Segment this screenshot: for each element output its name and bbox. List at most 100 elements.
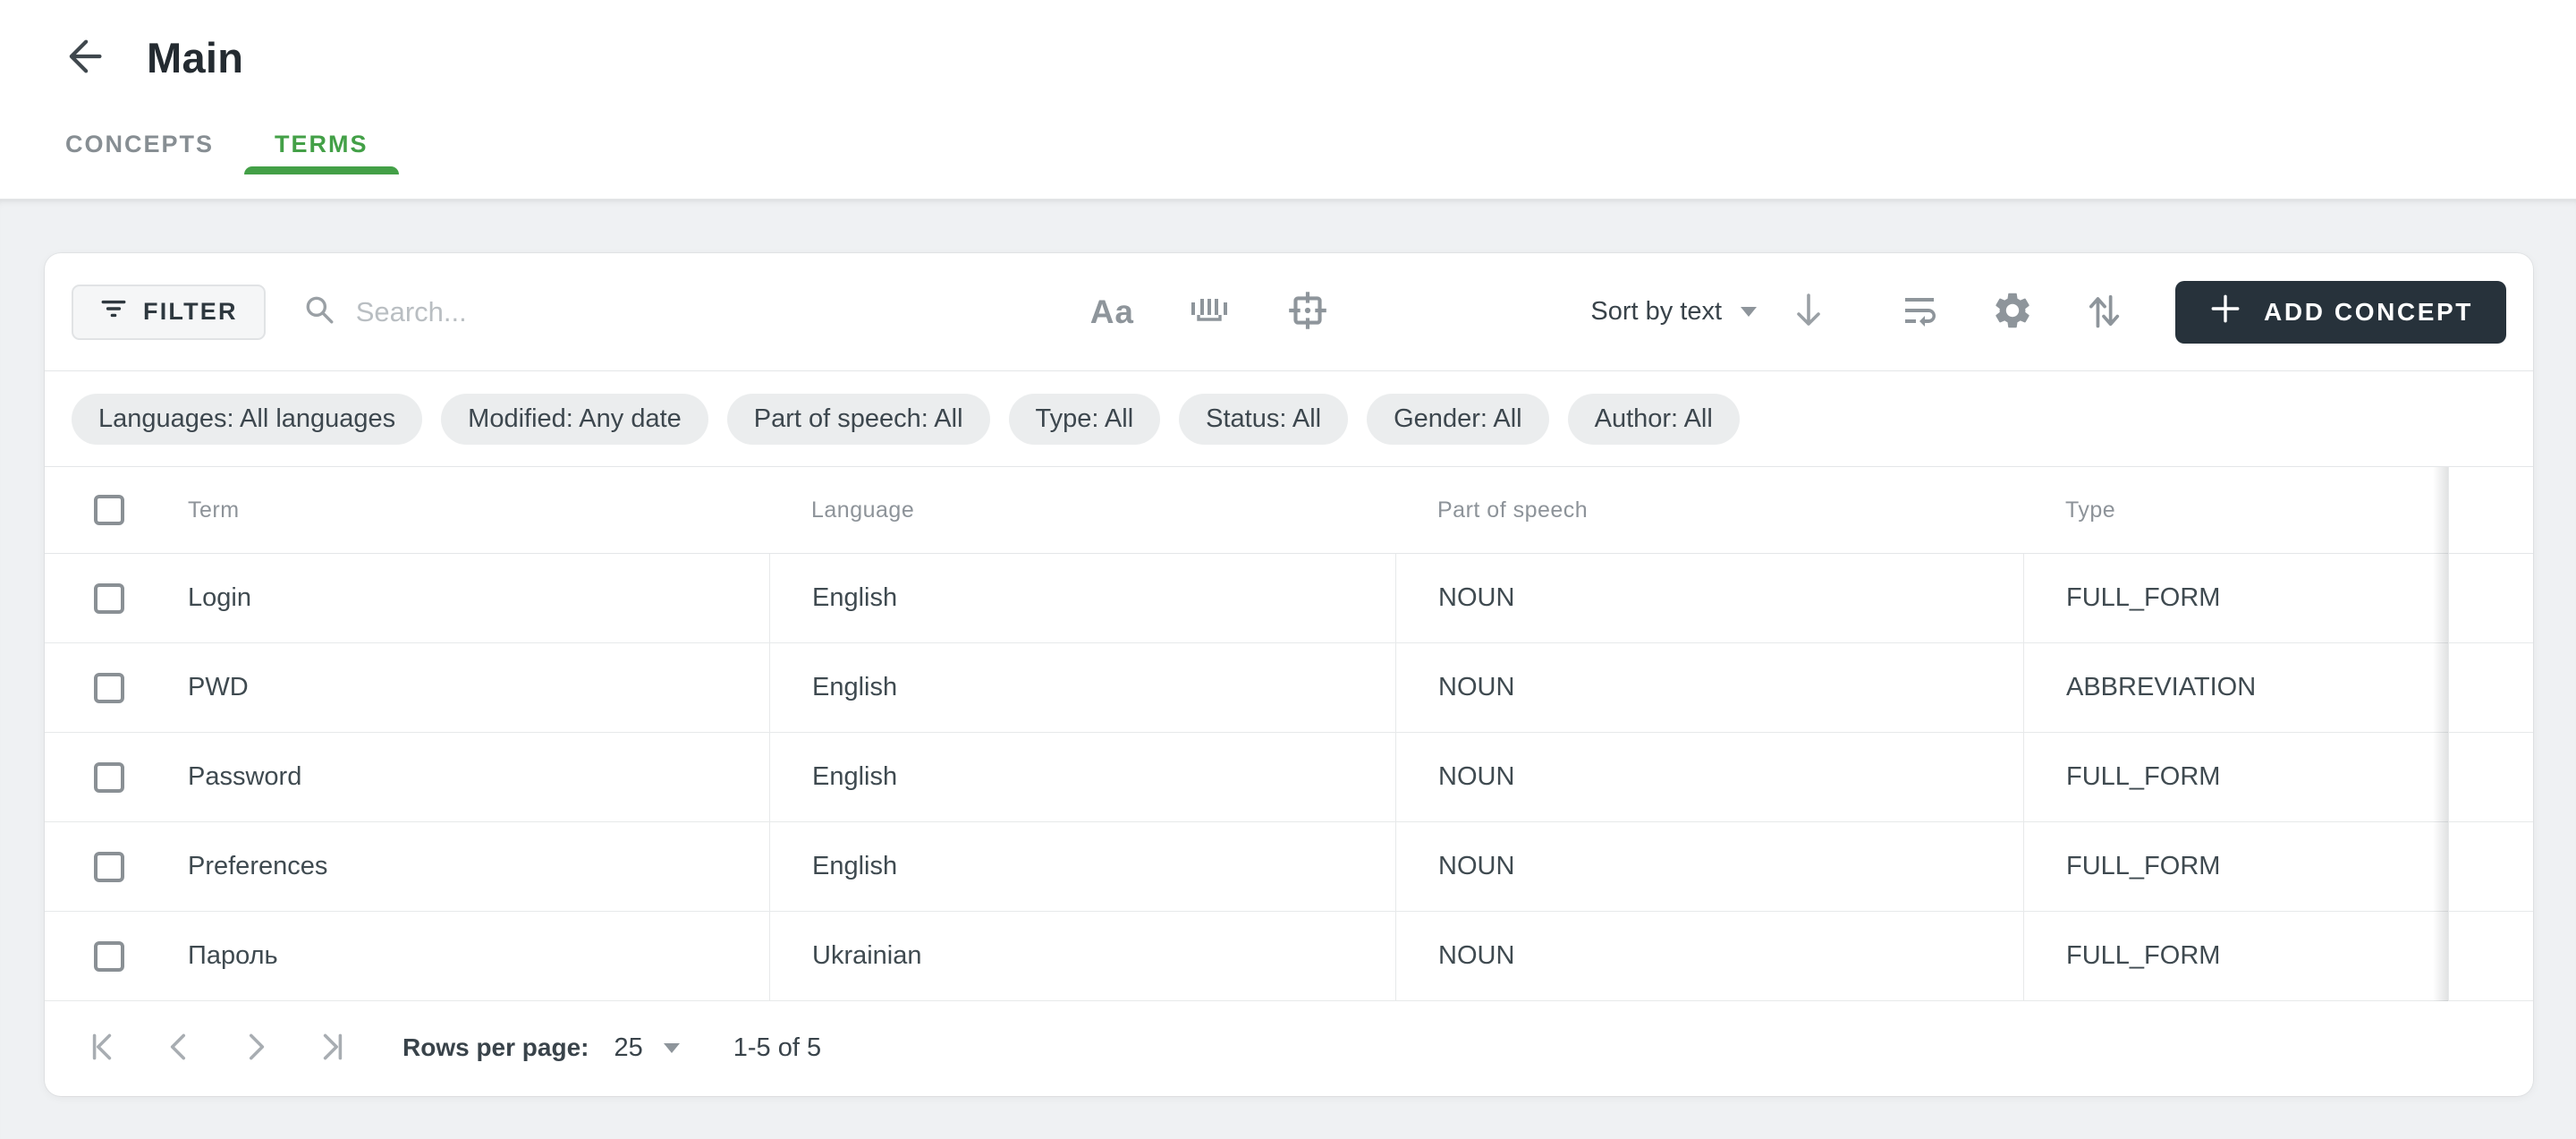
- part-of-speech-value: NOUN: [1438, 762, 1514, 792]
- rows-per-page-value: 25: [614, 1033, 642, 1063]
- row-checkbox[interactable]: [94, 852, 124, 882]
- page-header: Main CONCEPTS TERMS: [0, 0, 2576, 200]
- term-cell: Preferences: [45, 822, 769, 911]
- chevron-right-icon: [237, 1028, 275, 1068]
- language-cell: Ukrainian: [769, 912, 1395, 1000]
- type-cell: FULL_FORM: [2023, 554, 2448, 642]
- content-area: FILTER Aa: [0, 200, 2576, 1139]
- part-of-speech-cell: NOUN: [1395, 733, 2023, 821]
- table-row[interactable]: Пароль Ukrainian NOUN FULL_FORM: [45, 912, 2533, 1001]
- pagination-nav: [82, 1028, 352, 1067]
- arrow-left-icon: [63, 35, 106, 81]
- column-header-part-of-speech: Part of speech: [1437, 497, 1588, 523]
- filter-button-label: FILTER: [143, 298, 238, 326]
- filter-chip[interactable]: Modified: Any date: [441, 394, 708, 445]
- type-value: FULL_FORM: [2066, 941, 2220, 971]
- last-page-button[interactable]: [313, 1028, 352, 1067]
- rows-per-page-select[interactable]: 25: [614, 1033, 679, 1063]
- caret-down-icon: [1741, 307, 1757, 317]
- row-checkbox[interactable]: [94, 762, 124, 793]
- term-cell: Пароль: [45, 912, 769, 1000]
- term-value: Пароль: [188, 941, 278, 971]
- filter-chip[interactable]: Status: All: [1179, 394, 1348, 445]
- terms-table: Term Language Part of speech Type Logi: [45, 467, 2533, 1001]
- row-checkbox[interactable]: [94, 583, 124, 614]
- filter-chip[interactable]: Gender: All: [1367, 394, 1548, 445]
- column-header-type: Type: [2065, 497, 2115, 523]
- filter-chips: Languages: All languages Modified: Any da…: [45, 371, 2533, 467]
- select-all-checkbox[interactable]: [94, 495, 124, 525]
- barcode-button[interactable]: [1185, 291, 1233, 333]
- wrap-text-button[interactable]: [1898, 289, 1941, 335]
- type-cell: FULL_FORM: [2023, 912, 2448, 1000]
- table-header-row: Term Language Part of speech Type: [45, 467, 2533, 554]
- filter-funnel-icon: [99, 294, 128, 329]
- pagination-bar: Rows per page: 25 1-5 of 5: [45, 1001, 2533, 1094]
- type-cell: ABBREVIATION: [2023, 643, 2448, 732]
- terms-card: FILTER Aa: [45, 253, 2533, 1096]
- language-value: English: [812, 583, 897, 613]
- row-checkbox[interactable]: [94, 673, 124, 703]
- header-cell-term: Term: [45, 467, 769, 553]
- table-row[interactable]: Password English NOUN FULL_FORM: [45, 733, 2533, 822]
- chevron-left-icon: [160, 1028, 198, 1068]
- title-row: Main: [0, 0, 2576, 115]
- caret-down-icon: [664, 1043, 680, 1053]
- match-case-icon: Aa: [1090, 293, 1134, 331]
- term-value: PWD: [188, 673, 249, 702]
- tab-terms[interactable]: TERMS: [244, 115, 399, 174]
- term-value: Preferences: [188, 852, 327, 881]
- header-cell-actions: [2448, 467, 2533, 553]
- settings-button[interactable]: [1991, 289, 2034, 335]
- swap-vertical-icon: [2084, 289, 2123, 335]
- table-row[interactable]: Preferences English NOUN FULL_FORM: [45, 822, 2533, 912]
- term-cell: PWD: [45, 643, 769, 732]
- part-of-speech-value: NOUN: [1438, 941, 1514, 971]
- add-concept-label: ADD CONCEPT: [2264, 298, 2473, 327]
- header-cell-part-of-speech: Part of speech: [1395, 467, 2023, 553]
- type-value: ABBREVIATION: [2066, 673, 2256, 702]
- page-title: Main: [147, 33, 243, 82]
- language-value: English: [812, 762, 897, 792]
- rows-per-page-label: Rows per page:: [402, 1033, 589, 1062]
- first-page-button[interactable]: [82, 1028, 122, 1067]
- table-option-icons: [1898, 289, 2123, 335]
- filter-button[interactable]: FILTER: [72, 285, 266, 340]
- first-page-icon: [83, 1028, 121, 1068]
- search-option-icons: Aa: [1090, 287, 1331, 336]
- next-page-button[interactable]: [236, 1028, 275, 1067]
- table-row[interactable]: Login English NOUN FULL_FORM: [45, 554, 2533, 643]
- term-cell: Password: [45, 733, 769, 821]
- search-input[interactable]: [356, 296, 1019, 328]
- sort-by-select[interactable]: Sort by text: [1590, 297, 1757, 327]
- part-of-speech-value: NOUN: [1438, 673, 1514, 702]
- part-of-speech-cell: NOUN: [1395, 822, 2023, 911]
- type-cell: FULL_FORM: [2023, 733, 2448, 821]
- back-button[interactable]: [59, 32, 109, 82]
- filter-chip[interactable]: Languages: All languages: [72, 394, 422, 445]
- swap-vertical-button[interactable]: [2084, 289, 2123, 335]
- actions-cell: [2448, 822, 2533, 911]
- part-of-speech-cell: NOUN: [1395, 554, 2023, 642]
- term-cell: Login: [45, 554, 769, 642]
- add-concept-button[interactable]: ADD CONCEPT: [2175, 281, 2506, 344]
- filter-chip[interactable]: Author: All: [1568, 394, 1740, 445]
- row-checkbox[interactable]: [94, 941, 124, 972]
- filter-chip[interactable]: Type: All: [1009, 394, 1161, 445]
- filter-chip[interactable]: Part of speech: All: [727, 394, 990, 445]
- plus-icon: [2208, 292, 2242, 332]
- type-value: FULL_FORM: [2066, 852, 2220, 881]
- sort-direction-button[interactable]: [1791, 290, 1826, 334]
- previous-page-button[interactable]: [159, 1028, 199, 1067]
- focus-frame-button[interactable]: [1284, 287, 1331, 336]
- wrap-text-icon: [1898, 289, 1941, 335]
- toolbar: FILTER Aa: [45, 253, 2533, 371]
- table-row[interactable]: PWD English NOUN ABBREVIATION: [45, 643, 2533, 733]
- match-case-button[interactable]: Aa: [1090, 293, 1134, 331]
- language-cell: English: [769, 822, 1395, 911]
- tab-concepts[interactable]: CONCEPTS: [35, 115, 244, 174]
- actions-cell: [2448, 912, 2533, 1000]
- part-of-speech-cell: NOUN: [1395, 912, 2023, 1000]
- part-of-speech-value: NOUN: [1438, 852, 1514, 881]
- header-cell-language: Language: [769, 467, 1395, 553]
